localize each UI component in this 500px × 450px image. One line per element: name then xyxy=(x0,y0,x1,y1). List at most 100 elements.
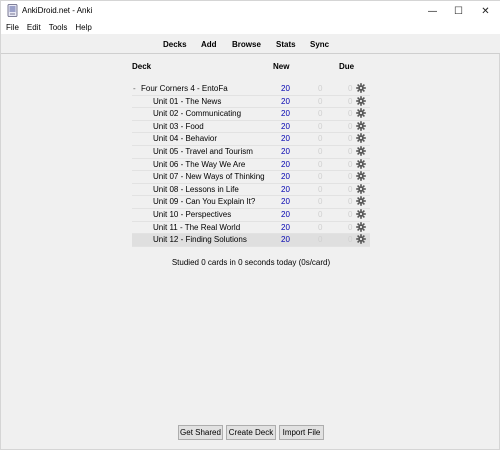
due-count: 0 xyxy=(348,134,353,144)
deck-name-link[interactable]: Unit 02 - Communicating xyxy=(153,109,241,118)
new-count: 20 xyxy=(281,96,290,106)
due-count: 0 xyxy=(348,146,353,156)
learn-count: 0 xyxy=(318,235,323,245)
deck-name-link[interactable]: Unit 09 - Can You Explain It? xyxy=(153,197,255,206)
gear-icon[interactable] xyxy=(356,171,366,181)
learn-count: 0 xyxy=(318,197,323,207)
gear-icon[interactable] xyxy=(356,221,366,232)
deck-row[interactable]: Unit 04 - Behavior 20 0 0 xyxy=(132,133,370,146)
gear-icon[interactable] xyxy=(356,83,366,93)
due-count: 0 xyxy=(348,235,353,245)
toolbar-browse[interactable]: Browse xyxy=(232,40,261,49)
new-count: 20 xyxy=(281,222,290,232)
anki-main-window: AnkiDroid.net - Anki — ☐ ✕ File Edit Too… xyxy=(0,0,500,450)
new-count: 20 xyxy=(281,172,290,182)
import-file-button[interactable]: Import File xyxy=(279,425,324,440)
minimize-button[interactable]: — xyxy=(420,1,445,21)
new-count: 20 xyxy=(281,121,290,131)
header-new: New xyxy=(273,62,290,71)
gear-icon[interactable] xyxy=(356,108,366,118)
learn-count: 0 xyxy=(318,184,323,194)
new-count: 20 xyxy=(281,197,290,207)
learn-count: 0 xyxy=(318,172,323,182)
gear-icon[interactable] xyxy=(356,146,366,156)
deck-list: - Four Corners 4 - EntoFa 20 0 0 Unit 01 - Th… xyxy=(132,83,370,247)
deck-row[interactable]: - Four Corners 4 - EntoFa 20 0 0 xyxy=(132,83,370,96)
deck-name-link[interactable]: Four Corners 4 - EntoFa xyxy=(141,84,228,93)
new-count: 20 xyxy=(281,235,290,245)
learn-count: 0 xyxy=(318,84,323,93)
deck-name-link[interactable]: Unit 07 - New Ways of Thinking xyxy=(153,172,265,181)
get-shared-button[interactable]: Get Shared xyxy=(178,425,223,440)
deck-row[interactable]: Unit 07 - New Ways of Thinking 20 0 0 xyxy=(132,171,370,184)
toolbar-divider xyxy=(1,53,500,54)
deck-row[interactable]: Unit 10 - Perspectives 20 0 0 xyxy=(132,209,370,222)
menu-tools[interactable]: Tools xyxy=(45,23,72,32)
gear-icon[interactable] xyxy=(356,95,366,106)
due-count: 0 xyxy=(348,84,353,93)
deck-name-link[interactable]: Unit 05 - Travel and Tourism xyxy=(153,147,253,156)
toolbar-sync[interactable]: Sync xyxy=(310,40,329,49)
due-count: 0 xyxy=(348,172,353,182)
learn-count: 0 xyxy=(318,109,323,119)
gear-icon[interactable] xyxy=(356,120,366,131)
deck-row[interactable]: Unit 12 - Finding Solutions 20 0 0 xyxy=(132,234,370,247)
collapse-toggle[interactable]: - xyxy=(133,84,136,93)
deck-name-link[interactable]: Unit 12 - Finding Solutions xyxy=(153,235,247,244)
deck-name-link[interactable]: Unit 01 - The News xyxy=(153,97,221,106)
deck-row[interactable]: Unit 06 - The Way We Are 20 0 0 xyxy=(132,158,370,172)
gear-icon[interactable] xyxy=(356,209,366,219)
menu-help[interactable]: Help xyxy=(71,23,95,32)
header-deck: Deck xyxy=(132,62,152,71)
learn-count: 0 xyxy=(318,134,323,144)
new-count: 20 xyxy=(281,134,290,144)
deck-row[interactable]: Unit 01 - The News 20 0 0 xyxy=(132,95,370,109)
close-button[interactable]: ✕ xyxy=(473,1,498,21)
learn-count: 0 xyxy=(318,146,323,156)
gear-icon[interactable] xyxy=(356,196,366,207)
new-count: 20 xyxy=(281,159,290,169)
deck-row[interactable]: Unit 02 - Communicating 20 0 0 xyxy=(132,108,370,121)
gear-icon[interactable] xyxy=(356,183,366,194)
new-count: 20 xyxy=(281,109,290,119)
due-count: 0 xyxy=(348,222,353,232)
menu-file[interactable]: File xyxy=(1,23,23,32)
toolbar-decks[interactable]: Decks xyxy=(163,40,187,49)
menu-edit[interactable]: Edit xyxy=(23,23,45,32)
due-count: 0 xyxy=(348,159,353,169)
deck-name-link[interactable]: Unit 06 - The Way We Are xyxy=(153,160,245,169)
deck-row[interactable]: Unit 08 - Lessons in Life 20 0 0 xyxy=(132,183,370,197)
learn-count: 0 xyxy=(318,96,323,106)
learn-count: 0 xyxy=(318,222,323,232)
deck-row[interactable]: Unit 09 - Can You Explain It? 20 0 0 xyxy=(132,196,370,209)
due-count: 0 xyxy=(348,121,353,131)
create-deck-button[interactable]: Create Deck xyxy=(226,425,276,440)
menu-bar: File Edit Tools Help xyxy=(1,21,500,34)
new-count: 20 xyxy=(281,146,290,156)
gear-icon[interactable] xyxy=(356,133,366,144)
due-count: 0 xyxy=(348,184,353,194)
anki-app-icon xyxy=(7,4,18,17)
deck-name-link[interactable]: Unit 08 - Lessons in Life xyxy=(153,185,239,194)
due-count: 0 xyxy=(348,197,353,207)
deck-row[interactable]: Unit 05 - Travel and Tourism 20 0 0 xyxy=(132,146,370,159)
deck-row[interactable]: Unit 11 - The Real World 20 0 0 xyxy=(132,221,370,235)
gear-icon[interactable] xyxy=(356,158,366,169)
deck-row[interactable]: Unit 03 - Food 20 0 0 xyxy=(132,120,370,134)
main-toolbar: Decks Add Browse Stats Sync xyxy=(1,34,500,54)
maximize-button[interactable]: ☐ xyxy=(446,1,471,21)
toolbar-add[interactable]: Add xyxy=(201,40,217,49)
maximize-icon: ☐ xyxy=(454,5,463,17)
deck-name-link[interactable]: Unit 11 - The Real World xyxy=(153,223,240,232)
deck-name-link[interactable]: Unit 10 - Perspectives xyxy=(153,210,231,219)
learn-count: 0 xyxy=(318,209,323,219)
toolbar-stats[interactable]: Stats xyxy=(276,40,296,49)
title-bar: AnkiDroid.net - Anki — ☐ ✕ xyxy=(1,1,500,21)
deck-name-link[interactable]: Unit 04 - Behavior xyxy=(153,134,217,143)
learn-count: 0 xyxy=(318,121,323,131)
studied-summary: Studied 0 cards in 0 seconds today (0s/c… xyxy=(171,258,331,267)
new-count: 20 xyxy=(281,209,290,219)
deck-name-link[interactable]: Unit 03 - Food xyxy=(153,122,204,131)
due-count: 0 xyxy=(348,109,353,119)
gear-icon[interactable] xyxy=(356,234,366,244)
